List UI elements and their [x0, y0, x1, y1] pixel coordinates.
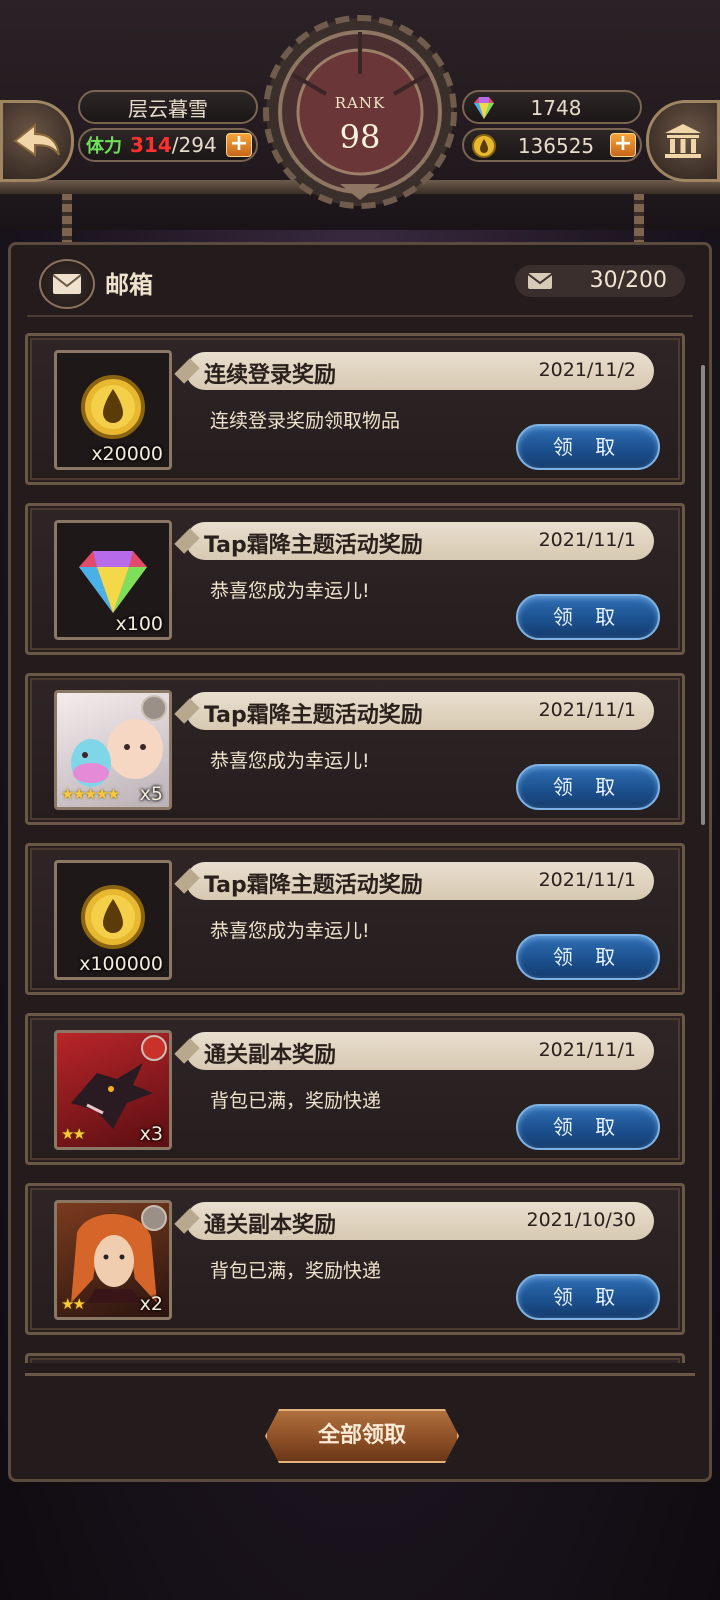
mail-title: 连续登录奖励 — [204, 363, 337, 388]
rainbow-gem-icon — [474, 97, 494, 119]
divider — [27, 315, 693, 317]
mail-date: 2021/11/1 — [538, 529, 636, 551]
mail-date: 2021/11/1 — [538, 869, 636, 891]
mail-description: 连续登录奖励领取物品 — [210, 410, 401, 432]
stamina-current: 314 — [130, 133, 172, 157]
reward-quantity: x5 — [139, 783, 163, 805]
mail-count: 30/200 — [589, 268, 667, 293]
stamina-label: 体力 — [86, 136, 122, 157]
mail-title-banner: 通关副本奖励 2021/10/30 — [186, 1202, 654, 1240]
mail-item[interactable]: x20000 连续登录奖励 2021/11/2 连续登录奖励领取物品 领 取 — [25, 333, 685, 485]
mail-title: Tap霜降主题活动奖励 — [204, 873, 423, 898]
mail-list[interactable]: x20000 连续登录奖励 2021/11/2 连续登录奖励领取物品 领 取 x… — [25, 333, 685, 1363]
divider — [25, 1373, 695, 1385]
reward-thumbnail: x100000 — [54, 860, 172, 980]
mail-date: 2021/10/30 — [526, 1209, 636, 1231]
add-gold-button[interactable]: + — [610, 133, 636, 157]
mail-item[interactable]: ★★ x2 通关副本奖励 2021/10/30 背包已满，奖励快递 领 取 — [25, 1183, 685, 1335]
back-button[interactable] — [0, 100, 74, 182]
claim-button[interactable]: 领 取 — [516, 764, 660, 810]
reward-thumbnail: ★★ x3 — [54, 1030, 172, 1150]
top-header: 层云暮雪 体力 314/294 + RANK 98 1748 136525 + — [0, 0, 720, 250]
mail-date: 2021/11/1 — [538, 699, 636, 721]
add-stamina-button[interactable]: + — [226, 133, 252, 157]
mail-title: Tap霜降主题活动奖励 — [204, 533, 423, 558]
envelope-icon — [527, 273, 553, 289]
gem-count: 1748 — [530, 96, 582, 120]
mail-description: 恭喜您成为幸运儿! — [210, 920, 370, 942]
gem-plate: 1748 — [462, 90, 642, 124]
reward-quantity: x3 — [139, 1123, 163, 1145]
mail-title-banner: Tap霜降主题活动奖励 2021/11/1 — [186, 692, 654, 730]
player-name: 层云暮雪 — [128, 96, 208, 121]
reward-thumbnail: x100 — [54, 520, 172, 640]
element-badge-icon — [141, 695, 167, 721]
mail-title-banner: 连续登录奖励 2021/11/2 — [186, 352, 654, 390]
mail-description: 恭喜您成为幸运儿! — [210, 580, 370, 602]
back-arrow-icon — [13, 122, 60, 157]
rarity-stars: ★★ — [61, 1295, 86, 1313]
stamina-plate: 体力 314/294 + — [78, 128, 258, 162]
gear-icon — [263, 15, 457, 209]
stamina-separator: / — [171, 133, 179, 157]
gold-coin-icon — [472, 134, 496, 158]
reward-quantity: x100 — [115, 613, 163, 635]
temple-icon — [665, 124, 701, 158]
gold-count: 136525 — [517, 134, 595, 158]
mail-title-banner: Tap霜降主题活动奖励 2021/11/1 — [186, 862, 654, 900]
mail-item[interactable]: ★★ x3 通关副本奖励 2021/11/1 背包已满，奖励快递 领 取 — [25, 1013, 685, 1165]
mail-description: 恭喜您成为幸运儿! — [210, 750, 370, 772]
claim-all-button[interactable]: 全部领取 — [265, 1409, 459, 1463]
envelope-icon — [52, 274, 82, 294]
reward-quantity: x2 — [139, 1293, 163, 1315]
mail-title-banner: 通关副本奖励 2021/11/1 — [186, 1032, 654, 1070]
fire-element-icon — [141, 1035, 167, 1061]
mail-title: 通关副本奖励 — [204, 1213, 337, 1238]
reward-thumbnail: x20000 — [54, 350, 172, 470]
reward-thumbnail: ★★★★★ x5 — [54, 690, 172, 810]
claim-button[interactable]: 领 取 — [516, 424, 660, 470]
mailbox-title: 邮箱 — [105, 271, 153, 299]
mail-item-partial[interactable] — [25, 1353, 685, 1363]
stamina-max: 294 — [178, 133, 217, 157]
claim-button[interactable]: 领 取 — [516, 1274, 660, 1320]
mailbox-header: 邮箱 30/200 — [11, 245, 709, 319]
rank-value: 98 — [339, 118, 381, 156]
mail-description: 背包已满，奖励快递 — [210, 1260, 382, 1282]
reward-quantity: x100000 — [79, 953, 163, 975]
mail-item[interactable]: ★★★★★ x5 Tap霜降主题活动奖励 2021/11/1 恭喜您成为幸运儿!… — [25, 673, 685, 825]
claim-button[interactable]: 领 取 — [516, 594, 660, 640]
scrollbar[interactable] — [701, 365, 705, 825]
mail-item[interactable]: x100 Tap霜降主题活动奖励 2021/11/1 恭喜您成为幸运儿! 领 取 — [25, 503, 685, 655]
hall-button[interactable] — [646, 100, 720, 182]
mail-date: 2021/11/2 — [538, 359, 636, 381]
mail-count-pill: 30/200 — [515, 265, 685, 297]
rarity-stars: ★★ — [61, 1125, 86, 1143]
element-badge-icon — [141, 1205, 167, 1231]
rarity-stars: ★★★★★ — [61, 785, 120, 803]
mail-title-banner: Tap霜降主题活动奖励 2021/11/1 — [186, 522, 654, 560]
mailbox-panel: 邮箱 30/200 x20000 连续登录奖励 2021/11/2 连续登录奖励… — [8, 242, 712, 1482]
mail-title: 通关副本奖励 — [204, 1043, 337, 1068]
rank-label: RANK — [334, 94, 386, 112]
mail-date: 2021/11/1 — [538, 1039, 636, 1061]
mail-title: Tap霜降主题活动奖励 — [204, 703, 423, 728]
mail-item[interactable]: x100000 Tap霜降主题活动奖励 2021/11/1 恭喜您成为幸运儿! … — [25, 843, 685, 995]
claim-button[interactable]: 领 取 — [516, 934, 660, 980]
claim-button[interactable]: 领 取 — [516, 1104, 660, 1150]
mail-description: 背包已满，奖励快递 — [210, 1090, 382, 1112]
rank-gear: RANK 98 — [262, 14, 458, 210]
gold-plate: 136525 + — [462, 128, 642, 162]
player-name-plate: 层云暮雪 — [78, 90, 258, 124]
mail-icon-badge — [39, 259, 95, 309]
reward-thumbnail: ★★ x2 — [54, 1200, 172, 1320]
reward-quantity: x20000 — [91, 443, 163, 465]
